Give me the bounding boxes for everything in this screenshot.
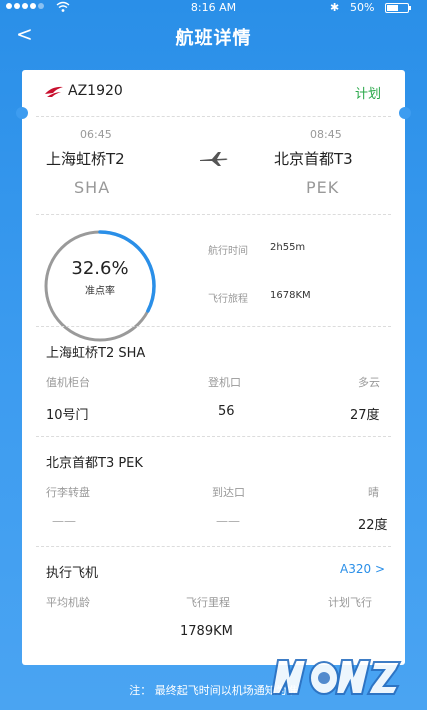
- checkin-counter-value: 10号门: [46, 408, 89, 423]
- duration-value: 2h55m: [270, 242, 306, 253]
- departure-code: SHA: [74, 178, 111, 197]
- airline-logo-icon: [45, 86, 63, 97]
- average-age-label: 平均机龄: [46, 596, 90, 609]
- arrival-exit-value: ——: [216, 514, 240, 528]
- arrival-airport-title: 北京首都T3 PEK: [46, 456, 143, 471]
- bluetooth-icon: ✱: [330, 1, 340, 14]
- arrival-exit-label: 到达口: [212, 486, 245, 499]
- boarding-gate-label: 登机口: [208, 376, 241, 389]
- flight-header: AZ1920 计划: [22, 70, 405, 114]
- arrival-city: 北京首都T3: [274, 150, 353, 168]
- boarding-gate-value: 56: [218, 404, 235, 419]
- battery-percentage: 50%: [350, 1, 375, 14]
- on-time-label: 准点率: [85, 286, 115, 297]
- duration-label: 航行时间: [208, 246, 248, 257]
- baggage-carousel-value: ——: [52, 514, 76, 528]
- divider: [36, 436, 391, 437]
- baggage-carousel-label: 行李转盘: [46, 486, 90, 499]
- aircraft-type-link[interactable]: A320 >: [340, 562, 385, 576]
- divider: [36, 214, 391, 215]
- arrival-weather-label: 晴: [368, 486, 379, 499]
- arrival-temperature: 22度: [358, 518, 388, 533]
- flight-number: AZ1920: [68, 83, 123, 99]
- distance-label: 飞行旅程: [208, 294, 248, 305]
- departure-temperature: 27度: [350, 408, 380, 423]
- status-bar: 8:16 AM ✱ 50%: [0, 0, 427, 16]
- departure-time: 06:45: [80, 128, 112, 141]
- watermark-logo: [272, 659, 402, 695]
- flight-status-badge: 计划: [354, 87, 381, 102]
- page-title: 航班详情: [175, 28, 252, 49]
- distance-value: 1678KM: [270, 290, 311, 301]
- planned-flights-label: 计划飞行: [328, 596, 372, 609]
- battery-icon: [385, 3, 411, 13]
- departure-city: 上海虹桥T2: [46, 150, 125, 168]
- checkin-counter-label: 值机柜台: [46, 376, 90, 389]
- departure-weather-label: 多云: [358, 376, 380, 389]
- on-time-rate: 32.6%: [71, 258, 129, 279]
- divider: [36, 326, 391, 327]
- aircraft-title: 执行飞机: [46, 566, 99, 581]
- departure-airport-title: 上海虹桥T2 SHA: [46, 346, 146, 361]
- airplane-icon: [200, 152, 228, 166]
- arrival-code: PEK: [306, 178, 340, 197]
- arrival-time: 08:45: [310, 128, 342, 141]
- divider: [36, 546, 391, 547]
- divider: [36, 116, 391, 117]
- flight-detail-card: AZ1920 计划 06:45 08:45 上海虹桥T2 北京首都T3 SHA …: [16, 70, 411, 665]
- nav-bar: < 航班详情: [0, 16, 427, 56]
- flight-mileage-value: 1789KM: [180, 624, 233, 639]
- flight-mileage-label: 飞行里程: [186, 596, 230, 609]
